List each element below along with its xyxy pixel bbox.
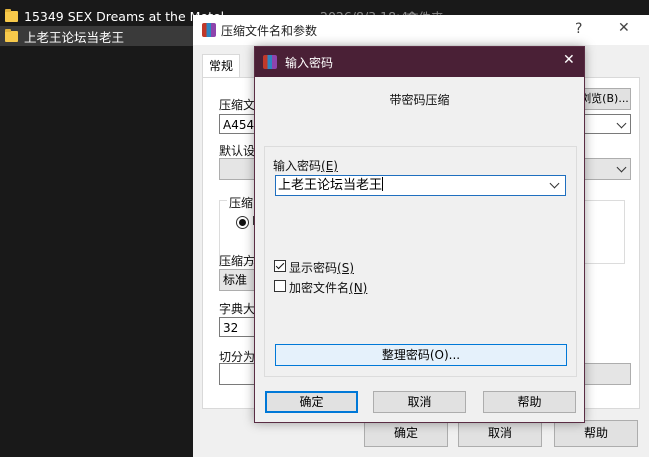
dialog-titlebar: 压缩文件名和参数 ? ✕ — [193, 15, 649, 45]
chevron-down-icon — [616, 162, 627, 173]
method-combo[interactable]: 标准 — [219, 269, 255, 291]
help-button-back[interactable]: 帮助 — [554, 420, 638, 447]
close-icon[interactable]: ✕ — [563, 52, 575, 68]
encrypt-filenames-checkbox[interactable] — [274, 280, 286, 292]
close-icon[interactable]: ✕ — [618, 20, 630, 36]
encrypt-filenames-label[interactable]: 加密文件名(N) — [289, 279, 367, 296]
winrar-icon — [202, 23, 216, 37]
password-dialog: 输入密码 ✕ 带密码压缩 输入密码(E) 上老王论坛当老王 显示密码(S) 加密… — [254, 46, 585, 423]
format-radio[interactable] — [236, 216, 249, 229]
password-header-text: 带密码压缩 — [389, 93, 450, 107]
text-caret — [382, 177, 384, 191]
dict-size-label: 字典大 — [219, 302, 256, 316]
organize-passwords-button[interactable]: 整理密码(O)... — [275, 344, 567, 366]
dict-size-field[interactable]: 32 — [219, 317, 255, 337]
folder-icon — [5, 8, 18, 22]
password-dialog-titlebar: 输入密码 ✕ — [255, 47, 584, 77]
show-password-checkbox[interactable] — [274, 260, 286, 272]
ok-button[interactable]: 确定 — [265, 391, 358, 413]
chevron-down-icon[interactable] — [549, 178, 560, 189]
default-profile-label: 默认设 — [219, 144, 256, 158]
password-dialog-title: 输入密码 — [285, 56, 334, 70]
dialog-title: 压缩文件名和参数 — [221, 24, 318, 38]
password-label: 输入密码(E) — [273, 159, 338, 173]
cancel-button[interactable]: 取消 — [373, 391, 466, 413]
tab-general[interactable]: 常规 — [202, 54, 241, 78]
help-title-button[interactable]: ? — [575, 21, 582, 37]
browse-button[interactable]: 浏览(B)... — [578, 88, 631, 110]
explorer-row-name: 上老王论坛当老王 — [24, 29, 125, 45]
folder-icon — [5, 28, 18, 42]
show-password-label[interactable]: 显示密码(S) — [289, 259, 354, 276]
chevron-down-icon — [616, 118, 627, 129]
format-group-label: 压缩 — [227, 194, 256, 211]
explorer-row-folder-2[interactable]: 上老王论坛当老王 — [0, 26, 198, 46]
cancel-button-back[interactable]: 取消 — [458, 420, 542, 447]
password-input[interactable]: 上老王论坛当老王 — [275, 175, 566, 196]
method-label: 压缩方 — [219, 254, 256, 268]
archive-name-label: 压缩文 — [219, 98, 256, 112]
password-value: 上老王论坛当老王 — [278, 178, 383, 193]
help-button[interactable]: 帮助 — [483, 391, 576, 413]
ok-button-back[interactable]: 确定 — [364, 420, 448, 447]
split-field[interactable] — [219, 363, 255, 385]
winrar-icon — [263, 55, 277, 69]
